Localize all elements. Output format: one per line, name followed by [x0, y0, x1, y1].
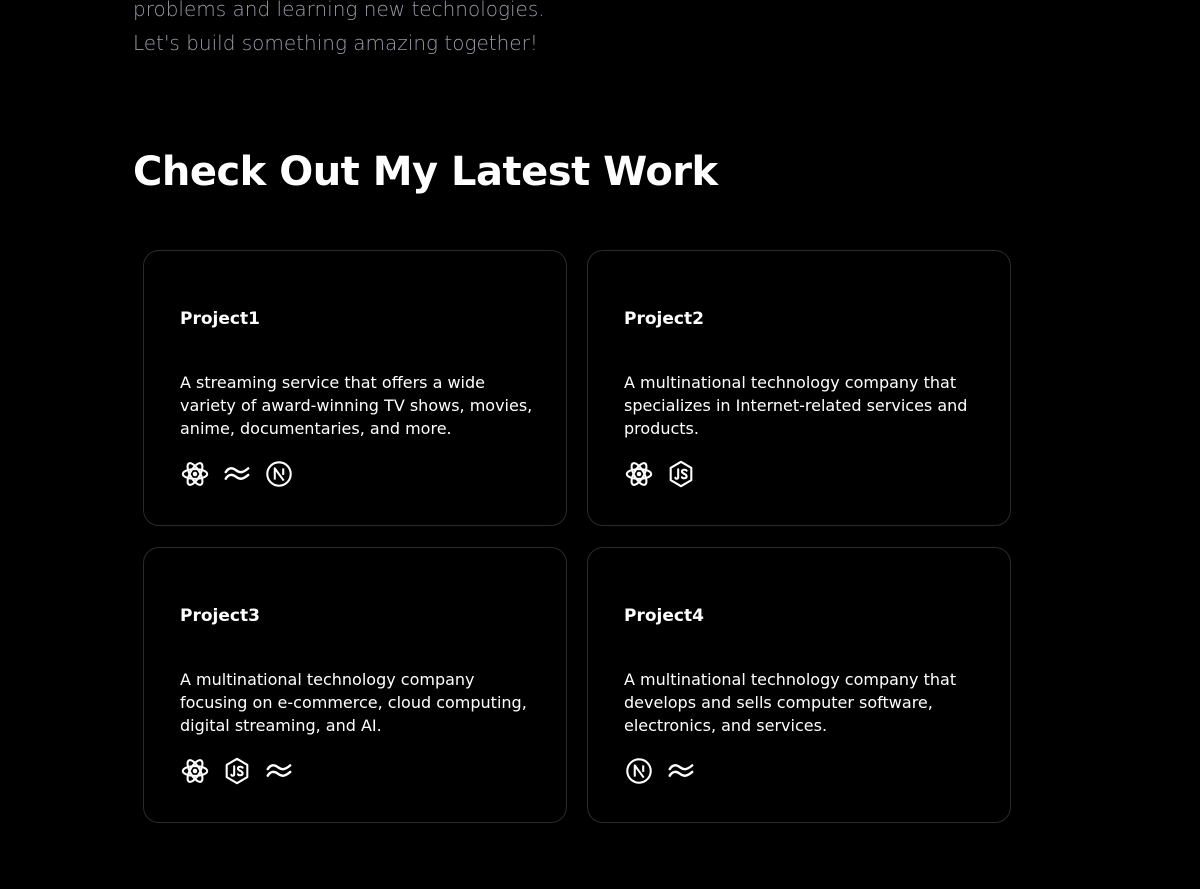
nextjs-icon [264, 459, 294, 489]
project-title: Project2 [624, 309, 704, 329]
react-icon [180, 756, 210, 786]
tailwind-icon [666, 756, 696, 786]
project-description: A multinational technology company that … [624, 670, 957, 735]
tailwind-icon [264, 756, 294, 786]
project-description: A multinational technology company focus… [180, 670, 527, 735]
project-card-1[interactable]: Project1 A streaming service that offers… [143, 250, 567, 526]
nextjs-icon [624, 756, 654, 786]
project-title: Project4 [624, 606, 704, 626]
project-title: Project1 [180, 309, 260, 329]
section-title: Check Out My Latest Work [133, 149, 718, 195]
nodejs-icon [222, 756, 252, 786]
project-card-4[interactable]: Project4 A multinational technology comp… [587, 547, 1011, 823]
tech-icons [180, 459, 294, 489]
project-card-2[interactable]: Project2 A multinational technology comp… [587, 250, 1011, 526]
react-icon [624, 459, 654, 489]
react-icon [180, 459, 210, 489]
project-title: Project3 [180, 606, 260, 626]
tech-icons [624, 756, 696, 786]
project-description: A multinational technology company that … [624, 373, 968, 438]
tech-icons [180, 756, 294, 786]
nodejs-icon [666, 459, 696, 489]
tech-icons [624, 459, 696, 489]
project-description: A streaming service that offers a wide v… [180, 373, 533, 438]
tailwind-icon [222, 459, 252, 489]
intro-line-1: problems and learning new technologies. [133, 0, 545, 21]
intro-text: problems and learning new technologies. … [133, 0, 833, 60]
intro-line-2: Let's build something amazing together! [133, 31, 538, 55]
project-card-3[interactable]: Project3 A multinational technology comp… [143, 547, 567, 823]
